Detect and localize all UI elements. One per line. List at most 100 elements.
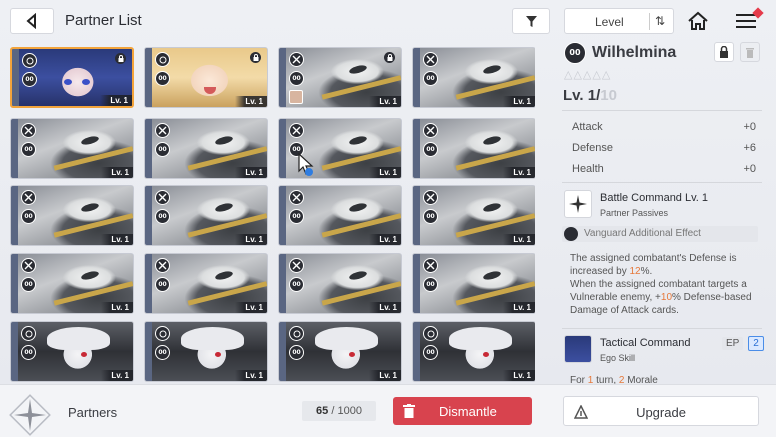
portrait-detail — [80, 269, 100, 281]
back-arrow-icon — [26, 13, 36, 29]
funnel-icon — [525, 15, 537, 27]
skill-battle-command[interactable]: Battle Command Lv. 1 Partner Passives — [562, 190, 762, 220]
portrait-detail — [483, 351, 490, 357]
trash-icon — [746, 48, 754, 58]
equipped-partner-avatar — [289, 90, 303, 104]
skill-subtitle: Ego Skill — [600, 353, 636, 363]
card-level: Lv. 1 — [101, 234, 133, 245]
desc-highlight: 10 — [660, 292, 673, 303]
partner-card[interactable]: 00 Lv. 1 — [144, 47, 268, 108]
portrait-detail — [448, 326, 512, 351]
portrait-detail — [82, 78, 91, 85]
partner-card[interactable]: 00 Lv. 1 — [412, 185, 535, 246]
partner-card[interactable]: 00 Lv. 1 — [10, 253, 134, 314]
sort-dropdown[interactable]: Level ⇅ — [564, 8, 674, 34]
partner-detail-panel: 00 Wilhelmina △△△△△ Lv. 1/10 Attack +0 D… — [556, 36, 772, 384]
desc-text: %. — [640, 266, 653, 277]
portrait-detail — [81, 351, 88, 357]
partner-card[interactable]: 00 Lv. 1 — [10, 118, 134, 179]
card-level: Lv. 1 — [235, 167, 267, 178]
portrait-detail — [203, 86, 216, 94]
detail-level: Lv. 1/10 — [563, 87, 617, 104]
partner-card[interactable]: 00 Lv. 1 — [144, 118, 268, 179]
skill-tactical-command[interactable]: Tactical Command Ego Skill EP 2 — [562, 335, 764, 365]
portrait-detail — [348, 63, 368, 75]
card-stripe — [413, 48, 420, 107]
partner-card[interactable]: 00 Lv. 1 — [412, 321, 535, 382]
delete-button[interactable] — [740, 42, 760, 62]
partner-card[interactable]: 00 Lv. 1 — [144, 253, 268, 314]
vanguard-shield-icon — [564, 227, 578, 241]
partner-card[interactable]: 00 Lv. 1 — [412, 47, 535, 108]
grade-badge: 00 — [423, 209, 438, 224]
desc-text: For — [570, 375, 588, 384]
partner-card[interactable]: 00 Lv. 1 — [278, 321, 402, 382]
desc-text: Morale — [624, 375, 658, 384]
card-level: Lv. 1 — [503, 370, 535, 381]
card-stripe — [11, 254, 18, 313]
menu-button[interactable] — [728, 7, 764, 34]
card-level: Lv. 1 — [369, 167, 401, 178]
portrait-detail — [46, 326, 110, 351]
desc-text: The assigned combatant's Defense is incr… — [570, 253, 737, 277]
partner-card[interactable]: 00 Lv. 1 — [278, 253, 402, 314]
crossed-swords-icon — [155, 123, 170, 138]
count-max: 1000 — [337, 405, 362, 417]
portrait-detail — [214, 201, 234, 213]
partner-count: 65 / 1000 — [302, 401, 376, 421]
partner-card[interactable]: 00 Lv. 1 — [10, 47, 134, 108]
shield-class-icon — [423, 326, 438, 341]
card-stripe — [413, 322, 420, 381]
page-title: Partner List — [65, 12, 142, 29]
back-button[interactable] — [10, 8, 54, 34]
grade-badge: 00 — [155, 142, 170, 157]
sort-order-icon[interactable]: ⇅ — [655, 14, 665, 28]
card-level: Lv. 1 — [503, 234, 535, 245]
shield-class-icon — [289, 326, 304, 341]
divider — [562, 110, 762, 111]
detail-grade-badge: 00 — [564, 42, 586, 64]
detail-partner-name: Wilhelmina — [592, 44, 677, 61]
lock-icon — [115, 53, 126, 64]
card-level: Lv. 1 — [235, 302, 267, 313]
badge-class-icon — [155, 52, 170, 67]
partner-card[interactable]: 00 Lv. 1 — [10, 321, 134, 382]
lock-toggle-button[interactable] — [714, 42, 734, 62]
card-level: Lv. 1 — [101, 167, 133, 178]
card-stripe — [145, 48, 152, 107]
count-current: 65 — [316, 405, 329, 417]
portrait-detail — [348, 134, 368, 146]
partner-card[interactable]: 00 Lv. 1 — [144, 185, 268, 246]
lock-icon — [250, 52, 261, 63]
stat-row-health: Health +0 — [562, 160, 762, 178]
partner-card[interactable]: 00 Lv. 1 — [144, 321, 268, 382]
partner-card[interactable]: 00 Lv. 1 — [10, 185, 134, 246]
card-stripe — [279, 119, 286, 178]
filter-button[interactable] — [512, 8, 550, 34]
home-button[interactable] — [684, 8, 712, 34]
compass-emblem-icon — [9, 394, 51, 436]
partner-card[interactable]: 00 Lv. 1 — [412, 118, 535, 179]
card-level: Lv. 1 — [503, 302, 535, 313]
portrait-detail — [482, 63, 502, 75]
partner-card[interactable]: 00 Lv. 1 — [278, 47, 402, 108]
card-level: Lv. 1 — [101, 302, 133, 313]
grade-badge: 00 — [155, 209, 170, 224]
upgrade-button[interactable]: Upgrade — [563, 396, 759, 426]
partner-card[interactable]: 00 Lv. 1 — [412, 253, 535, 314]
partner-grid: 00 Lv. 1 00 Lv. 1 00 Lv. 1 00 Lv. 1 00 Lv. 1 00 Lv.… — [10, 47, 535, 383]
skill-subtitle: Partner Passives — [600, 208, 669, 218]
sparkle-skill-icon — [564, 190, 592, 218]
dismantle-button[interactable]: Dismantle — [393, 397, 532, 425]
skill-title: Tactical Command — [600, 337, 691, 349]
grade-badge: 00 — [423, 345, 438, 360]
ep-label: EP — [722, 337, 744, 350]
card-level: Lv. 1 — [503, 96, 535, 107]
partner-card[interactable]: 00 Lv. 1 — [278, 185, 402, 246]
crossed-swords-icon — [21, 123, 36, 138]
card-stripe — [413, 186, 420, 245]
partner-card[interactable]: 00 Lv. 1 — [278, 118, 402, 179]
ego-skill-portrait-icon — [564, 335, 592, 363]
crossed-swords-icon — [21, 190, 36, 205]
card-stripe — [11, 119, 18, 178]
